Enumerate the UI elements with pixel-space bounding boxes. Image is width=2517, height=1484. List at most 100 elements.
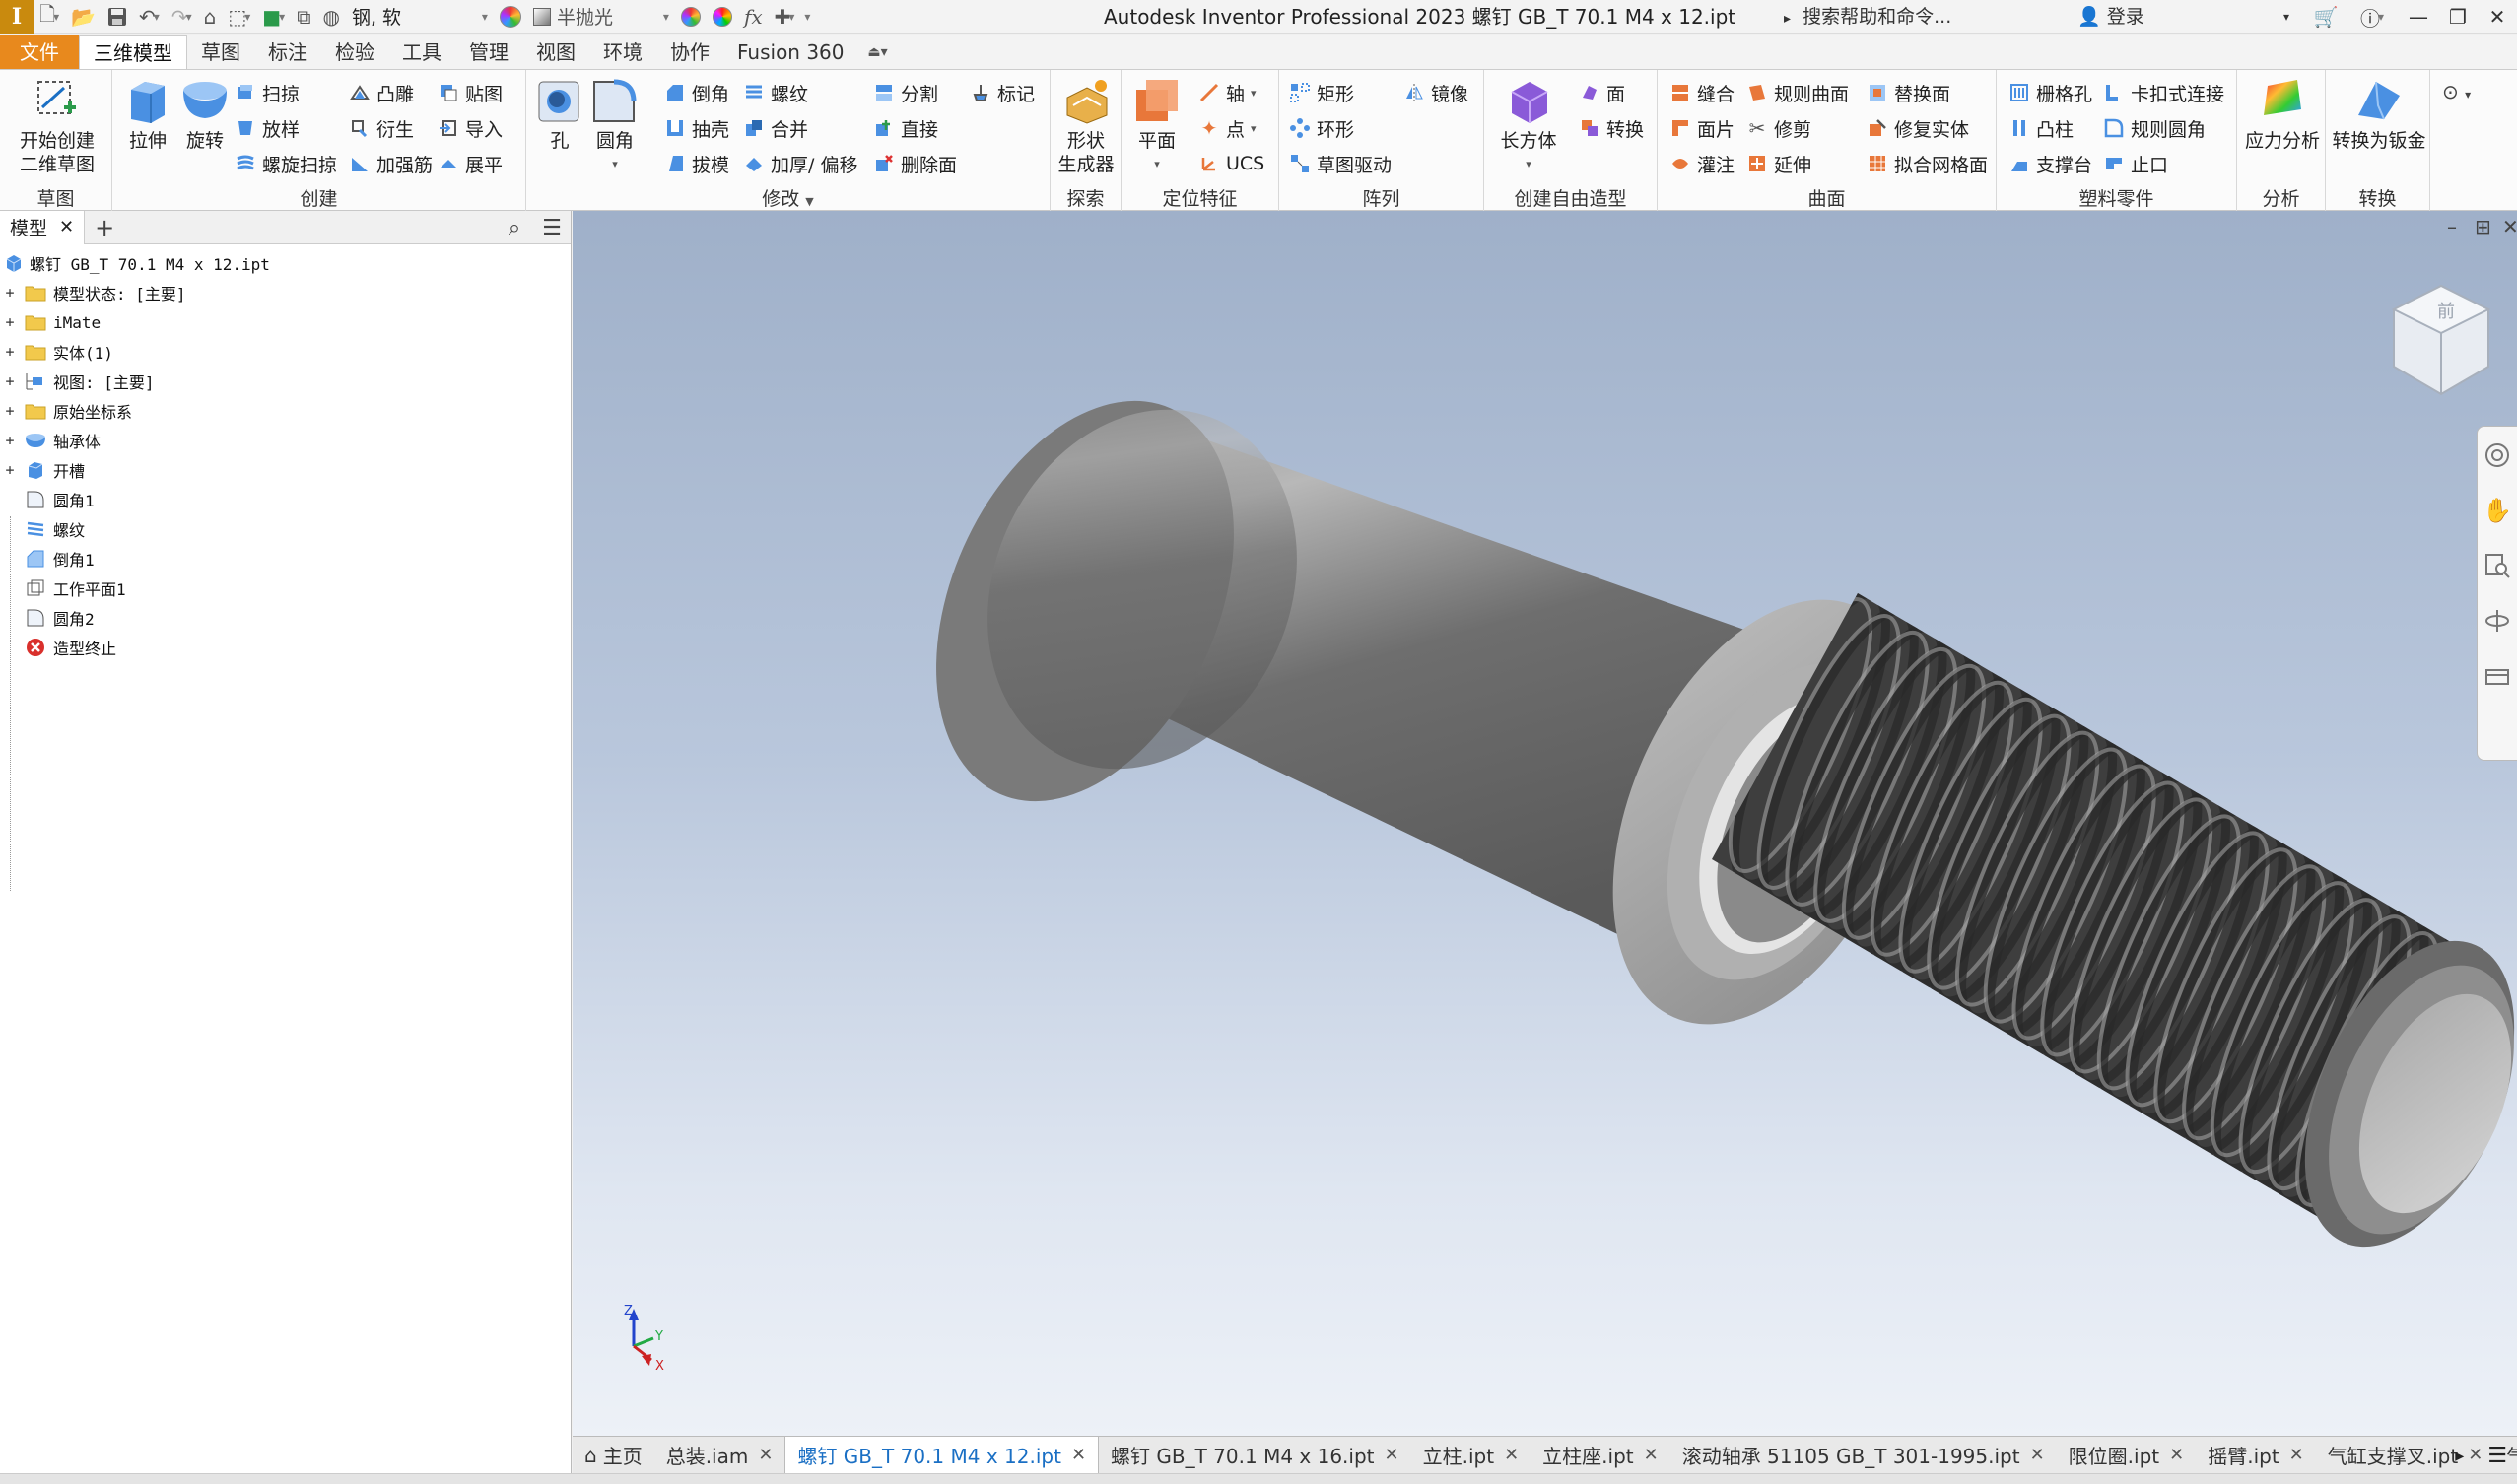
hole-button[interactable]: 孔	[534, 76, 585, 153]
thread-button[interactable]: 螺纹	[743, 78, 808, 107]
tree-node[interactable]: 倒角1	[0, 544, 571, 573]
adjust-appearance-icon[interactable]	[675, 0, 707, 34]
rib-button[interactable]: 加强筋	[349, 149, 433, 178]
thicken-offset-button[interactable]: 加厚/ 偏移	[743, 149, 857, 178]
tree-node[interactable]: 螺纹	[0, 514, 571, 544]
direct-edit-button[interactable]: 直接	[873, 113, 938, 143]
ribbon-options-icon[interactable]: ⊙ ▾	[2442, 80, 2471, 103]
tree-node[interactable]: + 实体(1)	[0, 337, 571, 367]
tree-node[interactable]: + iMate	[0, 307, 571, 337]
decal-button[interactable]: 贴图	[438, 78, 503, 107]
clear-appearance-icon[interactable]	[707, 0, 738, 34]
select-filter-icon[interactable]: ⬚ ▾	[222, 0, 256, 34]
inventor-logo[interactable]: I	[0, 0, 34, 34]
freeform-face-button[interactable]: 面	[1579, 78, 1625, 107]
combine-button[interactable]: 合并	[743, 113, 808, 143]
ucs-button[interactable]: UCS	[1198, 149, 1264, 178]
tree-node[interactable]: 圆角2	[0, 603, 571, 633]
point-button[interactable]: ✦ 点 ▾	[1198, 113, 1257, 143]
patch-button[interactable]: 面片	[1669, 113, 1735, 143]
fillet-button[interactable]: 圆角 ▾	[587, 76, 643, 176]
doc-tab[interactable]: 总装.iam ✕	[654, 1437, 785, 1474]
sketch-driven-pattern-button[interactable]: 草图驱动	[1289, 149, 1392, 178]
look-at-icon[interactable]	[2483, 661, 2512, 691]
browser-menu-icon[interactable]: ☰	[534, 211, 570, 244]
tab-file[interactable]: 文件	[0, 35, 79, 69]
shape-generator-button[interactable]: 形状 生成器	[1056, 76, 1116, 176]
fx-parameters-icon[interactable]: fx	[738, 0, 769, 34]
doc-tab-close-icon[interactable]: ✕	[1644, 1445, 1659, 1465]
axis-button[interactable]: 轴 ▾	[1198, 78, 1257, 107]
unwrap-button[interactable]: 展平	[438, 149, 503, 178]
import-button[interactable]: 导入	[438, 113, 503, 143]
tree-node[interactable]: 造型终止	[0, 633, 571, 662]
tree-root-part[interactable]: 螺钉 GB_T 70.1 M4 x 12.ipt	[0, 248, 571, 278]
browser-search-icon[interactable]: ⌕	[497, 211, 532, 244]
redo-icon[interactable]: ↷ ▾	[166, 0, 198, 34]
home-icon[interactable]: ⌂	[198, 0, 223, 34]
sign-in-button[interactable]: 👤 登录	[2077, 0, 2144, 34]
doc-tab[interactable]: 限位圈.ipt ✕	[2057, 1437, 2197, 1474]
plane-button[interactable]: 平面 ▾	[1125, 76, 1189, 176]
doc-tab[interactable]: 滚动轴承 51105 GB_T 301-1995.ipt ✕	[1670, 1437, 2057, 1474]
boss-button[interactable]: 凸柱	[2008, 113, 2074, 143]
browser-add-tab-icon[interactable]: +	[85, 214, 124, 241]
tab-manage[interactable]: 管理	[455, 35, 522, 69]
circular-pattern-button[interactable]: 环形	[1289, 113, 1354, 143]
help-search[interactable]: ▸ 搜索帮助和命令...	[1784, 0, 1951, 34]
appearance-dropdown[interactable]: 半抛光 ▾	[527, 0, 675, 34]
freeform-box-button[interactable]: 长方体 ▾	[1494, 76, 1563, 176]
tab-3d-model[interactable]: 三维模型	[79, 35, 187, 69]
start-2d-sketch-button[interactable]: 开始创建 二维草图	[8, 76, 106, 176]
browser-tab-close-icon[interactable]: ✕	[59, 217, 74, 237]
ribbon-display-toggle-icon[interactable]: ⏏▾	[858, 35, 898, 69]
expand-plus-icon[interactable]: +	[3, 343, 17, 361]
expand-plus-icon[interactable]: +	[3, 432, 17, 449]
plane-dropdown-icon[interactable]: ▾	[1154, 153, 1160, 176]
doc-tab-close-icon[interactable]: ✕	[2289, 1445, 2304, 1465]
tabs-menu-icon[interactable]: ☰	[2478, 1444, 2517, 1468]
tree-node[interactable]: + 原始坐标系	[0, 396, 571, 426]
sweep-button[interactable]: 扫掠	[235, 78, 300, 107]
doc-tab[interactable]: 摇臂.ipt ✕	[2196, 1437, 2316, 1474]
mark-button[interactable]: 标记	[970, 78, 1035, 107]
doc-tab[interactable]: 立柱座.ipt ✕	[1531, 1437, 1670, 1474]
tree-node[interactable]: + 视图: [主要]	[0, 367, 571, 396]
rule-fillet-button[interactable]: 规则圆角	[2103, 113, 2206, 143]
mirror-button[interactable]: 镜像	[1403, 78, 1468, 107]
snap-fit-button[interactable]: 卡扣式连接	[2103, 78, 2224, 107]
extend-button[interactable]: 延伸	[1746, 149, 1811, 178]
convert-to-sheet-metal-button[interactable]: 转换为钣金	[2330, 76, 2428, 153]
freeform-box-dropdown-icon[interactable]: ▾	[1526, 153, 1531, 176]
doc-tab-home[interactable]: ⌂ 主页	[573, 1437, 654, 1474]
plus-icon[interactable]: ✚ ▾	[769, 0, 801, 34]
chamfer-button[interactable]: 倒角	[664, 78, 729, 107]
tree-node[interactable]: + 模型状态: [主要]	[0, 278, 571, 307]
tree-node[interactable]: + 轴承体	[0, 426, 571, 455]
steering-wheel-icon[interactable]	[2483, 440, 2512, 470]
tab-collaborate[interactable]: 协作	[656, 35, 723, 69]
fillet-dropdown-icon[interactable]: ▾	[612, 153, 618, 176]
doc-tab-close-icon[interactable]: ✕	[2030, 1445, 2045, 1465]
undo-icon[interactable]: ↶ ▾	[133, 0, 166, 34]
appearance-ball-icon[interactable]	[494, 0, 527, 34]
tree-node[interactable]: 工作平面1	[0, 573, 571, 603]
grill-button[interactable]: 栅格孔	[2008, 78, 2092, 107]
cart-icon[interactable]: 🛒	[2306, 0, 2346, 34]
tabs-scroll-right-icon[interactable]: ▸	[2441, 1446, 2478, 1466]
fit-mesh-face-button[interactable]: 拟合网格面	[1867, 149, 1988, 178]
extrude-button[interactable]: 拉伸	[118, 76, 177, 153]
repair-bodies-button[interactable]: 修复实体	[1867, 113, 1969, 143]
freeform-convert-button[interactable]: 转换	[1579, 113, 1644, 143]
sculpt-button[interactable]: 灌注	[1669, 149, 1735, 178]
rest-button[interactable]: 支撑台	[2008, 149, 2092, 178]
pan-hand-icon[interactable]: ✋	[2483, 496, 2512, 525]
expand-plus-icon[interactable]: +	[3, 402, 17, 420]
tab-view[interactable]: 视图	[522, 35, 589, 69]
viewport-minimize-icon[interactable]: –	[2447, 215, 2457, 238]
orbit-icon[interactable]	[2483, 606, 2512, 636]
help-icon[interactable]: ⓘ ▾	[2346, 0, 2399, 34]
tab-environments[interactable]: 环境	[589, 35, 656, 69]
tab-tools[interactable]: 工具	[388, 35, 455, 69]
expand-plus-icon[interactable]: +	[3, 313, 17, 331]
